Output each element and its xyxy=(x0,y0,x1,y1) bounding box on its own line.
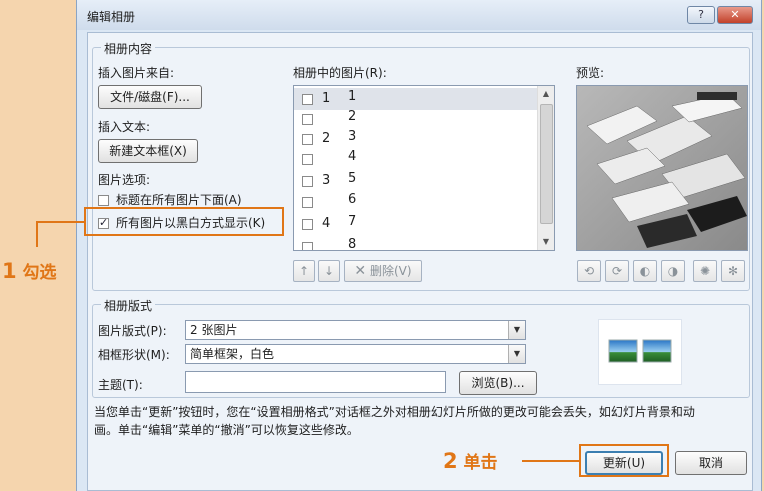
list-item[interactable]: 2 xyxy=(294,108,539,130)
list-item-group: 2 xyxy=(322,131,331,146)
new-textbox-button[interactable]: 新建文本框(X) xyxy=(98,139,198,163)
list-item-number: 7 xyxy=(348,214,357,229)
step2-connector xyxy=(522,460,579,462)
layout-preview xyxy=(598,319,682,385)
delete-button[interactable]: ✕ 删除(V) xyxy=(344,260,422,282)
delete-label: 删除(V) xyxy=(369,264,412,278)
list-item-number: 2 xyxy=(348,109,357,124)
list-item[interactable]: 8 xyxy=(294,236,539,251)
delete-x-icon: ✕ xyxy=(354,263,367,279)
help-button[interactable]: ? xyxy=(687,6,715,24)
list-item-checkbox[interactable] xyxy=(302,219,313,230)
theme-label: 主题(T): xyxy=(98,378,143,392)
list-item-group: 1 xyxy=(322,91,331,106)
move-down-button[interactable]: ↓ xyxy=(318,260,340,282)
step1-text: 勾选 xyxy=(22,263,57,283)
arrow-up-icon: ↑ xyxy=(298,264,310,278)
rotate-left-button[interactable]: ⟲ xyxy=(577,260,601,282)
contrast-down-button[interactable]: ◑ xyxy=(661,260,685,282)
list-item[interactable]: 2 3 xyxy=(294,128,539,150)
arrow-down-icon: ↓ xyxy=(323,264,335,278)
list-item[interactable]: 6 xyxy=(294,191,539,213)
list-item[interactable]: 4 xyxy=(294,148,539,170)
list-item[interactable]: 4 7 xyxy=(294,213,539,235)
edit-album-dialog: 编辑相册 ? ✕ 相册内容 插入图片来自: 文件/磁盘(F)... 插入文本: … xyxy=(76,0,762,491)
album-content-label: 相册内容 xyxy=(101,40,156,57)
cancel-button[interactable]: 取消 xyxy=(675,451,747,475)
contrast-down-icon: ◑ xyxy=(667,264,679,278)
step1-number: 1 xyxy=(2,259,17,283)
step2-highlight xyxy=(579,444,669,477)
rotate-right-icon: ⟳ xyxy=(611,264,623,278)
list-item-checkbox[interactable] xyxy=(302,94,313,105)
brightness-up-icon: ✺ xyxy=(699,264,711,278)
frame-shape-select[interactable]: 简单框架，白色 ▼ xyxy=(185,344,526,364)
update-notice: 当您单击“更新”按钮时，您在“设置相册格式”对话框之外对相册幻灯片所做的更改可能… xyxy=(94,403,748,439)
step2-callout: 2 单击 xyxy=(443,448,498,473)
list-item[interactable]: 3 5 xyxy=(294,170,539,192)
scroll-down-icon[interactable]: ▼ xyxy=(538,234,554,250)
dialog-body: 相册内容 插入图片来自: 文件/磁盘(F)... 插入文本: 新建文本框(X) … xyxy=(87,32,753,491)
pictures-list-label: 相册中的图片(R): xyxy=(293,66,387,80)
list-item-number: 4 xyxy=(348,149,357,164)
picture-layout-value: 2 张图片 xyxy=(190,323,238,337)
rotate-left-icon: ⟲ xyxy=(583,264,595,278)
chevron-down-icon[interactable]: ▼ xyxy=(508,321,525,339)
caption-below-checkbox[interactable] xyxy=(98,195,109,206)
two-pictures-layout-icon xyxy=(608,339,672,363)
chevron-down-icon[interactable]: ▼ xyxy=(508,345,525,363)
move-up-button[interactable]: ↑ xyxy=(293,260,315,282)
insert-text-label: 插入文本: xyxy=(98,120,151,134)
picture-layout-label: 图片版式(P): xyxy=(98,324,167,338)
scroll-thumb[interactable] xyxy=(540,104,553,224)
list-item-group: 3 xyxy=(322,173,331,188)
picture-options-label: 图片选项: xyxy=(98,173,151,187)
list-item-checkbox[interactable] xyxy=(302,134,313,145)
notice-line-2: 画。单击“编辑”菜单的“撤消”可以恢复这些修改。 xyxy=(94,423,359,437)
preview-image xyxy=(577,86,747,250)
preview-pane xyxy=(576,85,748,251)
insert-from-label: 插入图片来自: xyxy=(98,66,175,80)
pictures-list[interactable]: 1 1 2 2 3 4 3 5 6 4 7 8 ▲ ▼ xyxy=(293,85,555,251)
scroll-up-icon[interactable]: ▲ xyxy=(538,86,554,102)
step1-callout: 1 勾选 xyxy=(2,258,57,283)
step1-connector xyxy=(36,221,84,223)
frame-shape-label: 相框形状(M): xyxy=(98,348,170,362)
list-item-checkbox[interactable] xyxy=(302,154,313,165)
preview-label: 预览: xyxy=(576,66,605,80)
contrast-up-icon: ◐ xyxy=(639,264,651,278)
step1-connector-vertical xyxy=(36,221,38,247)
list-item-number: 5 xyxy=(348,171,357,186)
list-scrollbar[interactable]: ▲ ▼ xyxy=(537,86,554,250)
album-layout-label: 相册版式 xyxy=(101,297,156,314)
list-item-number: 3 xyxy=(348,129,357,144)
browse-button[interactable]: 浏览(B)... xyxy=(459,371,537,395)
brightness-down-button[interactable]: ✻ xyxy=(721,260,745,282)
step2-text: 单击 xyxy=(463,453,498,473)
step1-highlight xyxy=(84,207,284,236)
dialog-title: 编辑相册 xyxy=(87,10,136,24)
list-item-checkbox[interactable] xyxy=(302,114,313,125)
list-item-number: 1 xyxy=(348,89,357,104)
picture-layout-select[interactable]: 2 张图片 ▼ xyxy=(185,320,526,340)
list-item[interactable]: 1 1 xyxy=(294,88,539,110)
close-button[interactable]: ✕ xyxy=(717,6,753,24)
contrast-up-button[interactable]: ◐ xyxy=(633,260,657,282)
brightness-up-button[interactable]: ✺ xyxy=(693,260,717,282)
list-item-checkbox[interactable] xyxy=(302,242,313,250)
file-disk-button[interactable]: 文件/磁盘(F)... xyxy=(98,85,202,109)
theme-input[interactable] xyxy=(185,371,446,393)
title-bar: 编辑相册 ? ✕ xyxy=(77,0,761,30)
notice-line-1: 当您单击“更新”按钮时，您在“设置相册格式”对话框之外对相册幻灯片所做的更改可能… xyxy=(94,405,695,419)
brightness-down-icon: ✻ xyxy=(727,264,739,278)
list-item-number: 6 xyxy=(348,192,357,207)
step2-number: 2 xyxy=(443,449,458,473)
rotate-right-button[interactable]: ⟳ xyxy=(605,260,629,282)
frame-shape-value: 简单框架，白色 xyxy=(190,347,275,361)
list-item-checkbox[interactable] xyxy=(302,197,313,208)
caption-below-label: 标题在所有图片下面(A) xyxy=(116,193,242,207)
list-item-number: 8 xyxy=(348,237,357,251)
list-item-group: 4 xyxy=(322,216,331,231)
list-item-checkbox[interactable] xyxy=(302,176,313,187)
